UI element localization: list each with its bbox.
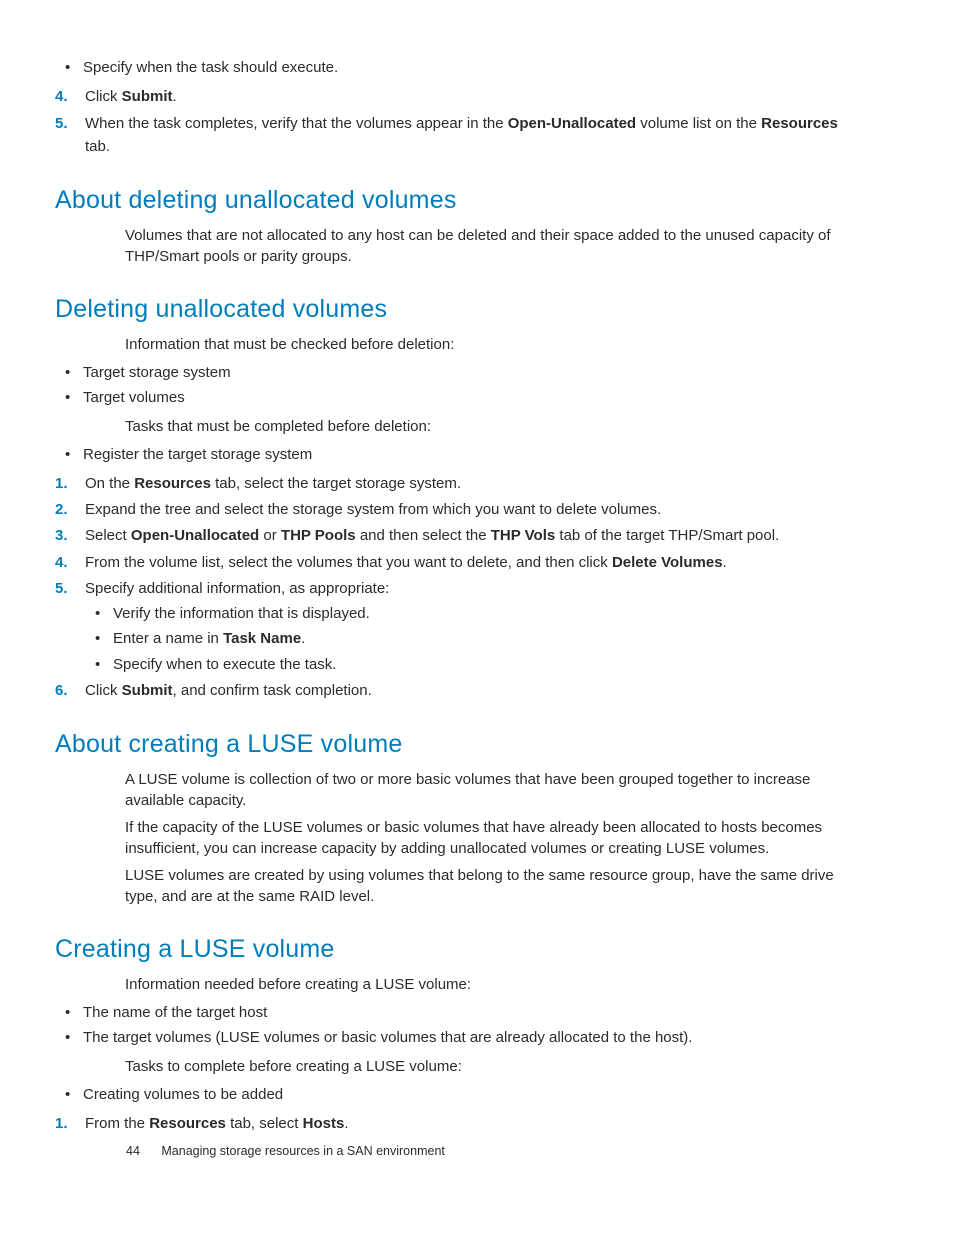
bold-text: Open-Unallocated	[508, 115, 636, 132]
list-item: Register the target storage system	[55, 443, 864, 466]
list-item: Specify when to execute the task.	[85, 653, 864, 676]
bold-text: THP Vols	[491, 527, 555, 544]
step-text: or	[259, 527, 281, 544]
step-number: 1.	[55, 1112, 68, 1135]
step-text: , and confirm task completion.	[173, 682, 372, 699]
step-item: 1. From the Resources tab, select Hosts.	[55, 1112, 864, 1135]
steps-list: 1. On the Resources tab, select the targ…	[55, 472, 864, 702]
step-text: Specify additional information, as appro…	[85, 580, 389, 597]
footer-title: Managing storage resources in a SAN envi…	[161, 1144, 444, 1158]
step-number: 4.	[55, 551, 68, 574]
heading-creating-luse: Creating a LUSE volume	[55, 935, 864, 964]
step-text: Enter a name in	[113, 630, 223, 647]
steps-list: 1. From the Resources tab, select Hosts.	[55, 1112, 864, 1135]
step-item: 6. Click Submit, and confirm task comple…	[55, 679, 864, 702]
bold-text: Delete Volumes	[612, 554, 723, 571]
step-number: 2.	[55, 498, 68, 521]
paragraph: A LUSE volume is collection of two or mo…	[125, 769, 864, 811]
step-text: .	[301, 630, 305, 647]
bold-text: Task Name	[223, 630, 301, 647]
heading-about-luse: About creating a LUSE volume	[55, 730, 864, 759]
heading-about-deleting: About deleting unallocated volumes	[55, 186, 864, 215]
step-text: From the volume list, select the volumes…	[85, 554, 612, 571]
page-number: 44	[126, 1144, 140, 1158]
step-item: 5. When the task completes, verify that …	[55, 112, 864, 159]
paragraph: Information needed before creating a LUS…	[125, 974, 864, 995]
continued-steps: 4. Click Submit. 5. When the task comple…	[55, 85, 864, 158]
sub-bullet-list: Verify the information that is displayed…	[85, 602, 864, 676]
list-item: Verify the information that is displayed…	[85, 602, 864, 625]
step-text: .	[173, 88, 177, 105]
bullet-list: Register the target storage system	[55, 443, 864, 466]
step-text: tab, select	[226, 1115, 303, 1132]
list-item: Target volumes	[55, 386, 864, 409]
step-number: 4.	[55, 85, 68, 108]
step-text: and then select the	[356, 527, 491, 544]
bold-text: Resources	[149, 1115, 226, 1132]
step-text: Expand the tree and select the storage s…	[85, 501, 661, 518]
step-number: 1.	[55, 472, 68, 495]
step-text: tab, select the target storage system.	[211, 475, 461, 492]
bullet-list: Creating volumes to be added	[55, 1083, 864, 1106]
step-number: 5.	[55, 577, 68, 600]
list-item: Target storage system	[55, 361, 864, 384]
step-item: 3. Select Open-Unallocated or THP Pools …	[55, 524, 864, 547]
list-item: Enter a name in Task Name.	[85, 627, 864, 650]
step-text: .	[344, 1115, 348, 1132]
paragraph: LUSE volumes are created by using volume…	[125, 865, 864, 907]
bullet-list: The name of the target host The target v…	[55, 1001, 864, 1050]
step-text: Click	[85, 682, 122, 699]
list-item: Specify when the task should execute.	[55, 56, 864, 79]
step-item: 5. Specify additional information, as ap…	[55, 577, 864, 676]
paragraph: Volumes that are not allocated to any ho…	[125, 225, 864, 267]
list-item: Creating volumes to be added	[55, 1083, 864, 1106]
list-item: The name of the target host	[55, 1001, 864, 1024]
step-text: When the task completes, verify that the…	[85, 115, 508, 132]
heading-deleting: Deleting unallocated volumes	[55, 295, 864, 324]
step-number: 5.	[55, 112, 68, 135]
bold-text: Submit	[122, 88, 173, 105]
step-number: 6.	[55, 679, 68, 702]
step-text: Select	[85, 527, 131, 544]
step-text: tab.	[85, 138, 110, 155]
bold-text: Resources	[134, 475, 211, 492]
step-text: Click	[85, 88, 122, 105]
step-text: volume list on the	[636, 115, 761, 132]
step-item: 4. Click Submit.	[55, 85, 864, 108]
step-text: From the	[85, 1115, 149, 1132]
bold-text: Hosts	[303, 1115, 345, 1132]
step-item: 2. Expand the tree and select the storag…	[55, 498, 864, 521]
bold-text: Open-Unallocated	[131, 527, 259, 544]
step-text: On the	[85, 475, 134, 492]
bold-text: Submit	[122, 682, 173, 699]
bold-text: Resources	[761, 115, 838, 132]
bullet-list: Target storage system Target volumes	[55, 361, 864, 410]
paragraph: If the capacity of the LUSE volumes or b…	[125, 817, 864, 859]
bold-text: THP Pools	[281, 527, 356, 544]
paragraph: Information that must be checked before …	[125, 334, 864, 355]
step-text: .	[723, 554, 727, 571]
paragraph: Tasks to complete before creating a LUSE…	[125, 1056, 864, 1077]
list-item: The target volumes (LUSE volumes or basi…	[55, 1026, 864, 1049]
step-item: 1. On the Resources tab, select the targ…	[55, 472, 864, 495]
paragraph: Tasks that must be completed before dele…	[125, 416, 864, 437]
step-number: 3.	[55, 524, 68, 547]
step-item: 4. From the volume list, select the volu…	[55, 551, 864, 574]
step-text: tab of the target THP/Smart pool.	[555, 527, 779, 544]
page-content: Specify when the task should execute. 4.…	[0, 0, 954, 1181]
continued-subbullets: Specify when the task should execute.	[55, 56, 864, 79]
page-footer: 44 Managing storage resources in a SAN e…	[126, 1144, 445, 1158]
